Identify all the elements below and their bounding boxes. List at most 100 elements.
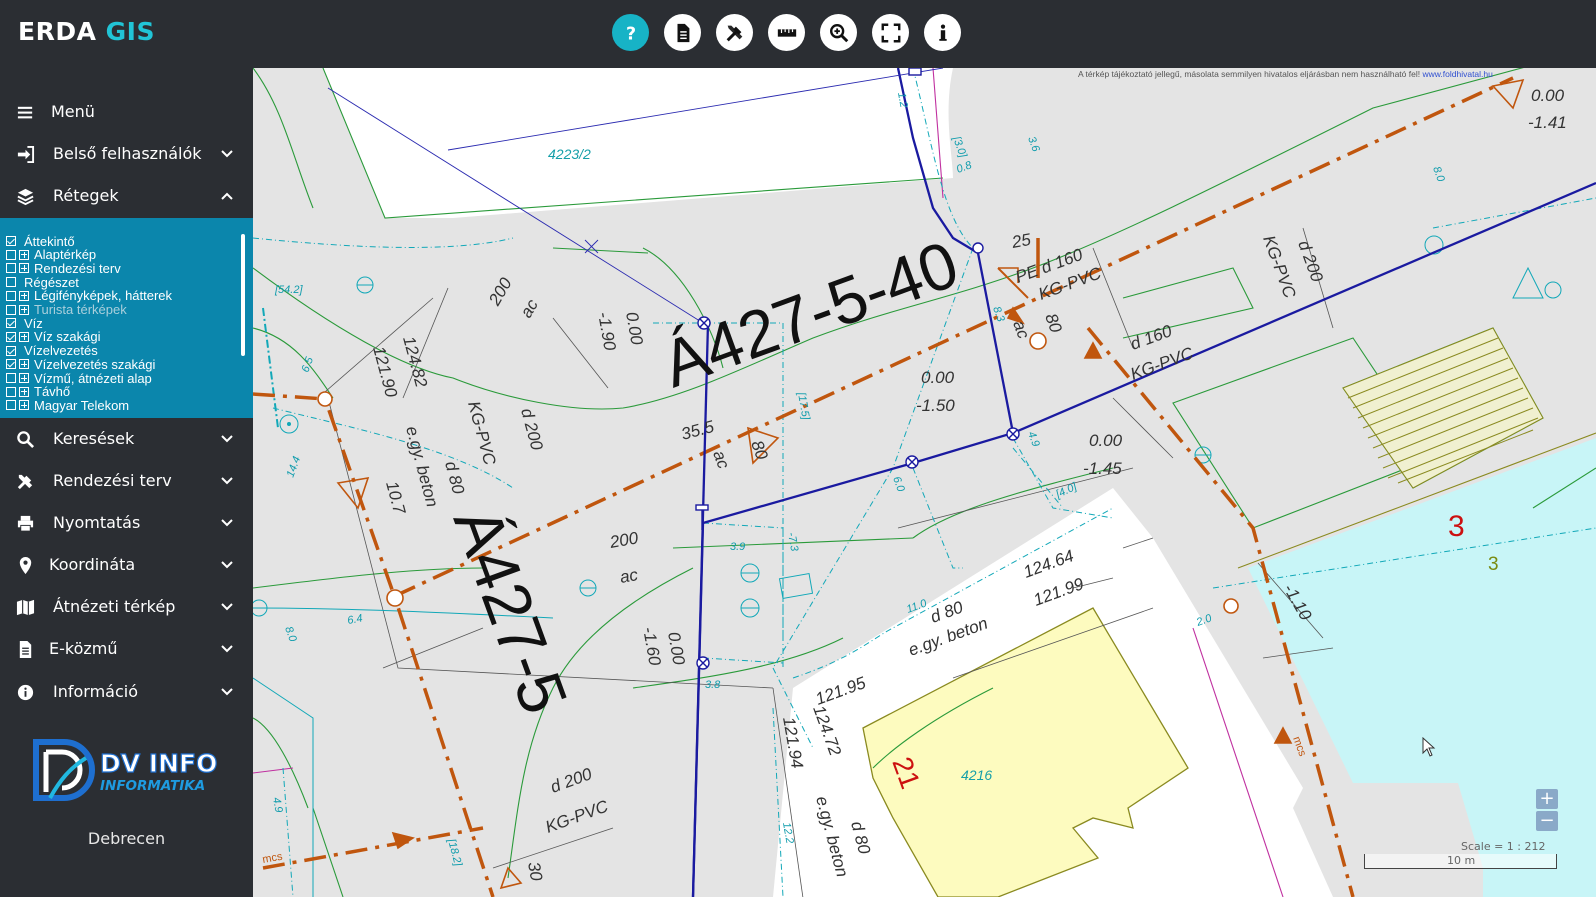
svg-text:INFORMATIKA: INFORMATIKA — [100, 778, 205, 794]
measure-button[interactable] — [768, 14, 805, 51]
layer-checkbox[interactable] — [6, 304, 16, 315]
expand-icon[interactable] — [19, 263, 29, 274]
layer-row[interactable]: Vízelvezetés szakági — [6, 357, 155, 372]
chevron-down-icon — [221, 688, 233, 696]
layer-row[interactable]: Távhő — [6, 384, 70, 399]
parcel-4223-2 — [323, 68, 953, 218]
svg-text:-1.90: -1.90 — [594, 310, 620, 352]
layer-checkbox[interactable] — [6, 290, 16, 301]
layer-checkbox[interactable] — [6, 359, 16, 370]
label-parcel2: 4216 — [961, 767, 992, 783]
svg-text:35.5: 35.5 — [679, 417, 716, 444]
layer-checkbox[interactable] — [6, 373, 16, 383]
sidebar-item-label: Átnézeti térkép — [53, 597, 176, 616]
layer-row[interactable]: Rendezési terv — [6, 261, 121, 276]
tools-button[interactable] — [716, 14, 753, 51]
sidebar-item-e-kozmu[interactable]: E-közmű — [0, 629, 253, 669]
layer-row[interactable]: Áttekintő — [6, 234, 75, 249]
svg-text:-1.50: -1.50 — [916, 396, 955, 415]
svg-text:121.90: 121.90 — [369, 344, 401, 400]
ruler-icon — [777, 28, 796, 37]
zoom-controls: + − — [1536, 789, 1558, 833]
sidebar-item-retegek[interactable]: Rétegek — [0, 176, 253, 216]
layer-row[interactable]: Víz — [6, 316, 43, 331]
svg-text:-7.3: -7.3 — [785, 531, 800, 553]
sidebar: Menü Belső felhasználók Rétegek Áttekint… — [0, 68, 253, 897]
expand-icon[interactable] — [19, 249, 29, 260]
layer-checkbox[interactable] — [6, 318, 16, 329]
layer-checkbox[interactable] — [6, 249, 16, 260]
sidebar-item-rendezesi-terv[interactable]: Rendezési terv — [0, 461, 253, 501]
document-button[interactable] — [664, 14, 701, 51]
svg-text:6.4: 6.4 — [346, 612, 363, 626]
disclaimer-link[interactable]: www.foldhivatal.hu — [1422, 69, 1492, 79]
sidebar-item-atnezeti-terkep[interactable]: Átnézeti térkép — [0, 587, 253, 627]
svg-text:25: 25 — [1009, 230, 1032, 252]
svg-text:4.9: 4.9 — [270, 796, 284, 813]
layer-row[interactable]: Vízelvezetés — [6, 343, 98, 358]
hamburger-icon — [17, 106, 33, 119]
expand-icon[interactable] — [19, 331, 29, 342]
svg-text:0.00: 0.00 — [1531, 86, 1565, 105]
layer-row[interactable]: Turista térképek — [6, 302, 127, 317]
svg-text:-1.45: -1.45 — [1083, 459, 1122, 478]
label-parcel3-green: 3 — [1488, 554, 1499, 575]
layer-scrollbar[interactable] — [241, 234, 245, 356]
sidebar-item-belso-felhasznalok[interactable]: Belső felhasználók — [0, 134, 253, 174]
layers-icon — [17, 188, 34, 206]
layer-checkbox[interactable] — [6, 345, 16, 356]
help-button[interactable]: ? — [612, 14, 649, 51]
svg-text:d 160: d 160 — [1128, 321, 1175, 354]
svg-text:[4.0]: [4.0] — [1053, 480, 1079, 501]
svg-text:30: 30 — [524, 860, 546, 882]
expand-icon[interactable] — [19, 290, 29, 301]
chevron-down-icon — [221, 561, 233, 569]
map-view[interactable]: Á427-5-40 Á427-5 4223/2 4216 3 3 21 PE d… — [253, 68, 1596, 897]
chevron-down-icon — [221, 477, 233, 485]
sidebar-item-informacio[interactable]: Információ — [0, 672, 253, 712]
svg-text:ac: ac — [709, 448, 733, 472]
svg-text:8.0: 8.0 — [282, 625, 299, 644]
sidebar-item-nyomtatas[interactable]: Nyomtatás — [0, 503, 253, 543]
svg-text:[17.5]: [17.5] — [795, 390, 812, 421]
expand-icon[interactable] — [19, 400, 29, 411]
fullscreen-button[interactable] — [872, 14, 909, 51]
layer-row[interactable]: Alaptérkép — [6, 247, 96, 262]
scale-indicator: Scale = 1 : 212 10 m — [1364, 840, 1559, 872]
zoom-out-button[interactable]: − — [1536, 811, 1558, 831]
chevron-up-icon — [221, 192, 233, 200]
svg-text:e.gy. beton: e.gy. beton — [402, 424, 442, 509]
info-circle-icon — [17, 684, 34, 701]
expand-icon[interactable] — [19, 386, 29, 397]
layer-checkbox[interactable] — [6, 277, 16, 288]
svg-text:KG-PVC: KG-PVC — [543, 796, 611, 836]
layer-checkbox[interactable] — [6, 331, 16, 342]
zoom-button[interactable] — [820, 14, 857, 51]
layer-row[interactable]: Légifényképek, hátterek — [6, 288, 172, 303]
svg-text:14.4: 14.4 — [285, 455, 304, 479]
svg-text:d 200: d 200 — [548, 764, 595, 797]
expand-icon[interactable] — [19, 373, 29, 383]
layer-row[interactable]: Régészet — [6, 275, 79, 290]
svg-text:[3.0]: [3.0] — [950, 134, 969, 160]
zoom-in-button[interactable]: + — [1536, 789, 1558, 809]
layer-checkbox[interactable] — [6, 263, 16, 274]
layer-checkbox[interactable] — [6, 400, 16, 411]
layer-row[interactable]: Vízmű, átnézeti alap — [6, 371, 152, 386]
sidebar-item-keresesek[interactable]: Keresések — [0, 419, 253, 459]
sidebar-item-koordinata[interactable]: Koordináta — [0, 545, 253, 585]
map-canvas[interactable]: Á427-5-40 Á427-5 4223/2 4216 3 3 21 PE d… — [253, 68, 1596, 897]
expand-icon[interactable] — [19, 359, 29, 370]
svg-text:8.0: 8.0 — [1430, 165, 1447, 184]
info-button[interactable] — [924, 14, 961, 51]
layer-row[interactable]: Magyar Telekom — [6, 398, 129, 413]
svg-text:8.3: 8.3 — [990, 305, 1007, 324]
layer-row[interactable]: Víz szakági — [6, 329, 100, 344]
menu-toggle[interactable]: Menü — [0, 92, 253, 132]
svg-text:4.9: 4.9 — [1025, 430, 1042, 448]
map-icon — [16, 599, 35, 616]
expand-icon[interactable] — [19, 304, 29, 315]
layer-checkbox[interactable] — [6, 386, 16, 397]
layer-checkbox[interactable] — [6, 236, 16, 246]
brand-accent: GIS — [105, 17, 155, 46]
